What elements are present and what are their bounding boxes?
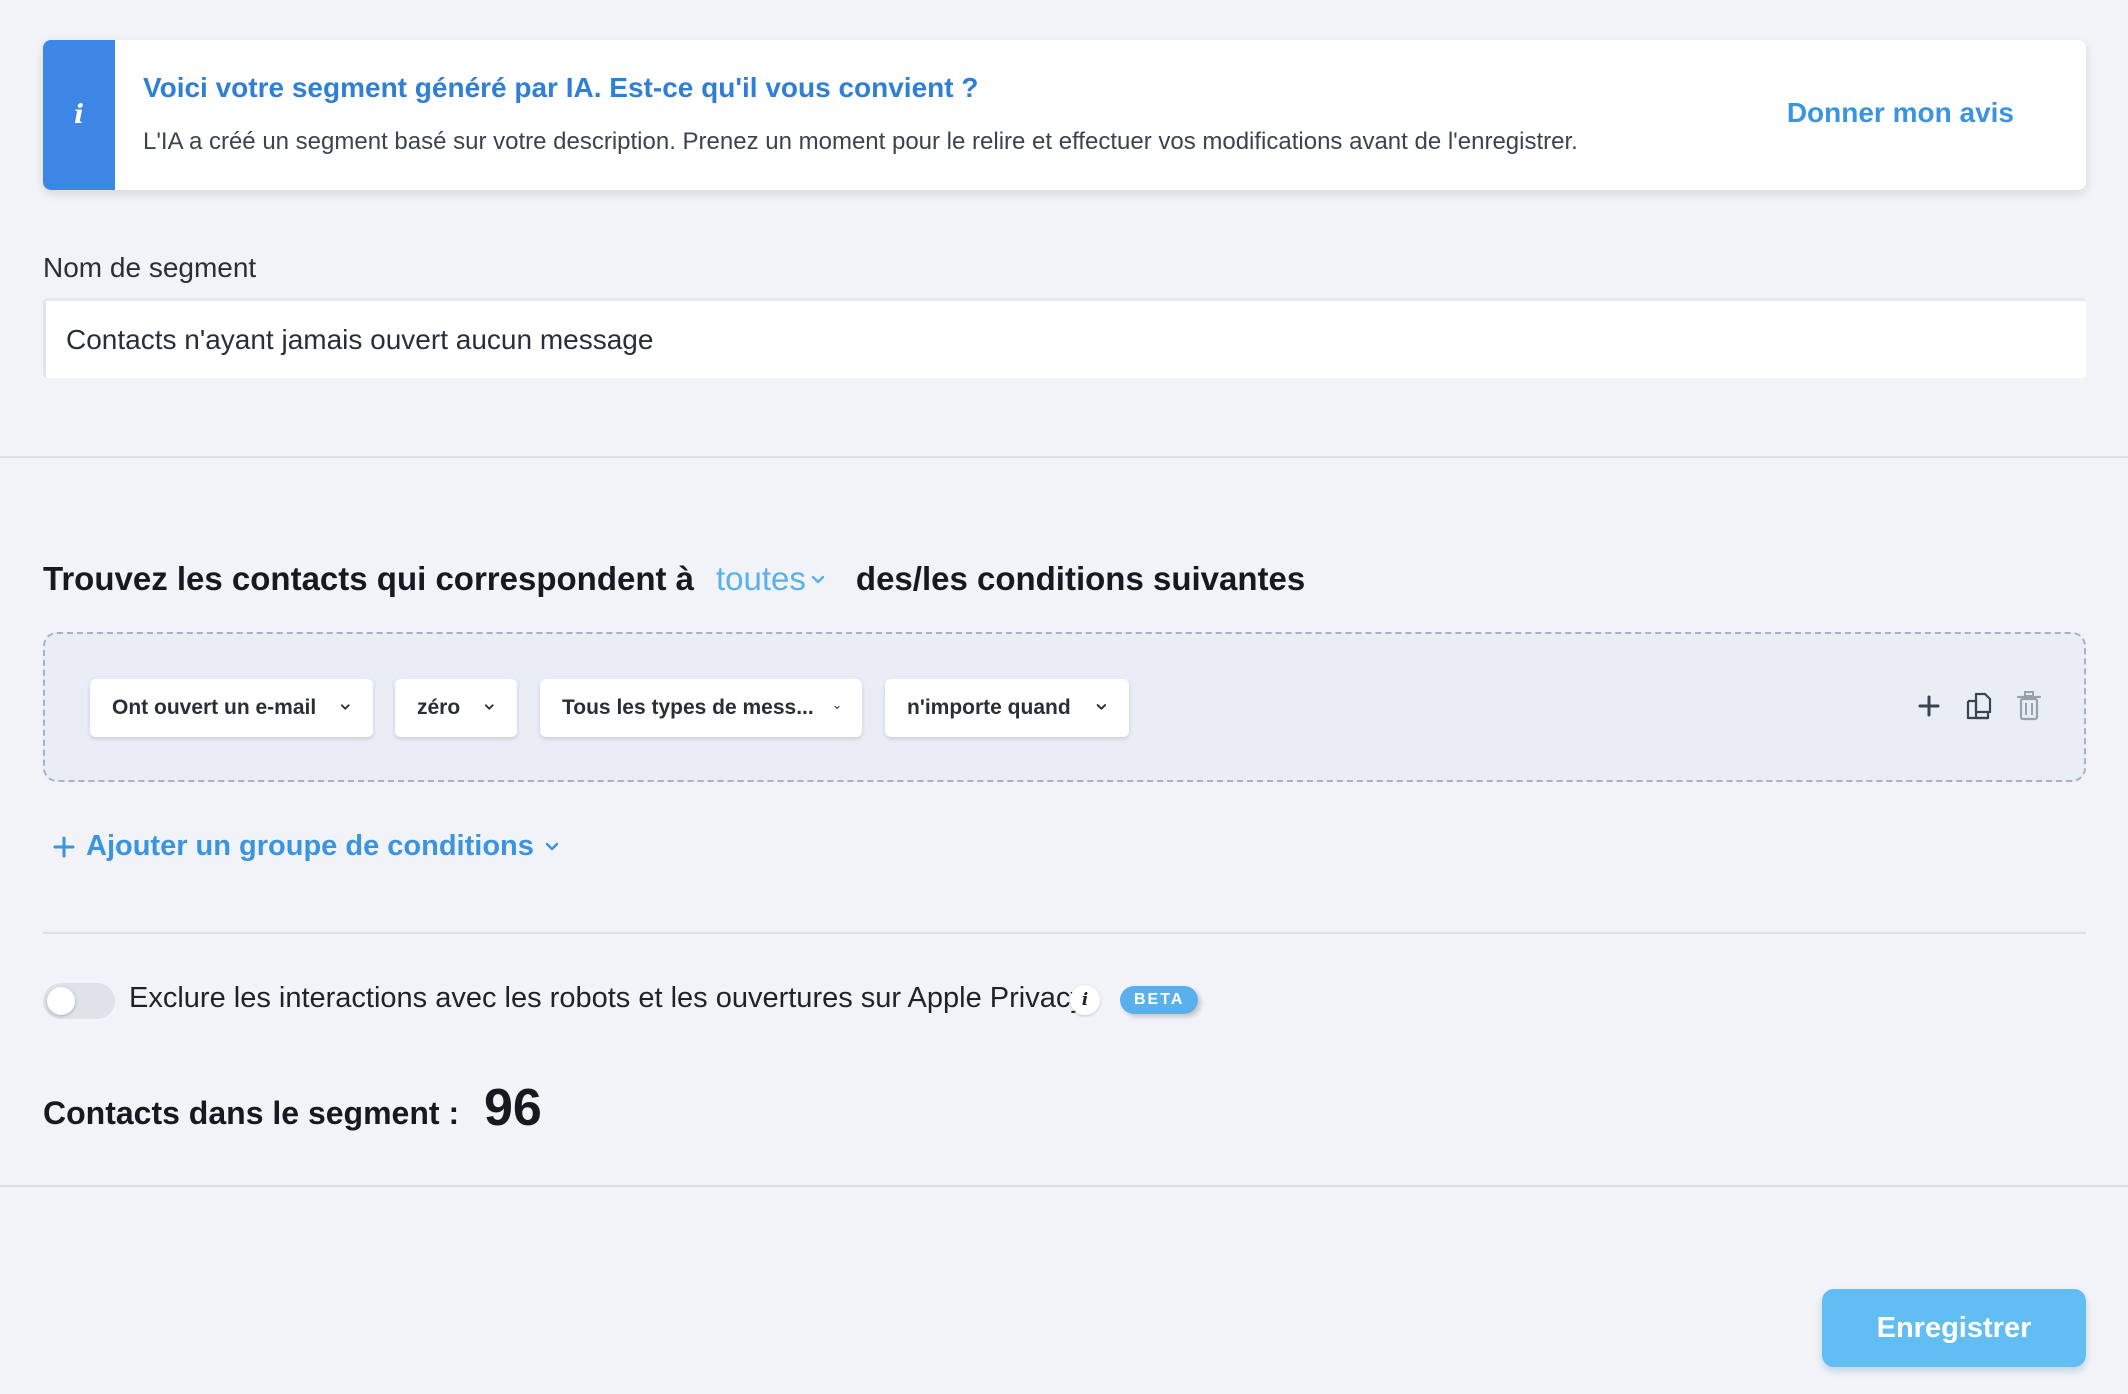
conditions-heading: Trouvez les contacts qui correspondent à… — [43, 560, 1305, 598]
duplicate-condition-button[interactable] — [1964, 689, 1994, 723]
chevron-down-icon — [834, 705, 840, 709]
condition-group: Ont ouvert un e-mail zéro Tous les types… — [43, 632, 2086, 782]
duplicate-icon — [1966, 692, 1992, 720]
info-icon: i — [74, 100, 84, 130]
conditions-heading-suffix: des/les conditions suivantes — [855, 560, 1306, 597]
trash-icon — [2016, 691, 2042, 721]
exclude-bots-label: Exclure les interactions avec les robots… — [129, 982, 1085, 1014]
match-mode-value: toutes — [716, 560, 806, 597]
segment-name-input[interactable] — [43, 298, 2086, 378]
chevron-down-icon — [1096, 704, 1106, 710]
plus-icon — [53, 836, 75, 857]
add-condition-group-button[interactable]: Ajouter un groupe de conditions — [52, 830, 562, 863]
timeframe-dropdown-value: n'importe quand — [907, 696, 1071, 719]
action-dropdown[interactable]: Ont ouvert un e-mail — [90, 679, 373, 737]
action-dropdown-value: Ont ouvert un e-mail — [112, 696, 317, 719]
give-feedback-link[interactable]: Donner mon avis — [1787, 97, 2014, 129]
count-dropdown[interactable]: zéro — [395, 679, 517, 737]
delete-condition-button[interactable] — [2014, 689, 2044, 723]
count-dropdown-value: zéro — [417, 696, 461, 719]
segment-name-label: Nom de segment — [43, 252, 257, 283]
info-icon[interactable]: i — [1070, 985, 1100, 1015]
toggle-knob — [47, 987, 75, 1015]
timeframe-dropdown[interactable]: n'importe quand — [885, 679, 1129, 737]
banner-stripe: i — [43, 40, 115, 190]
divider — [0, 1185, 2128, 1187]
save-button[interactable]: Enregistrer — [1822, 1289, 2086, 1367]
condition-row-actions — [1914, 689, 2044, 723]
chevron-down-icon — [811, 575, 825, 584]
contacts-count-value: 96 — [484, 1079, 542, 1137]
ai-segment-banner: i Voici votre segment généré par IA. Est… — [43, 40, 2086, 190]
message-type-dropdown[interactable]: Tous les types de mess... — [540, 679, 862, 737]
message-type-dropdown-value: Tous les types de mess... — [562, 696, 814, 719]
plus-icon — [1918, 695, 1940, 717]
segment-editor-page: i Voici votre segment généré par IA. Est… — [0, 0, 2128, 1394]
exclude-bots-toggle[interactable] — [43, 983, 115, 1019]
beta-badge: BETA — [1120, 986, 1199, 1014]
chevron-down-icon — [485, 704, 494, 710]
banner-title: Voici votre segment généré par IA. Est-c… — [143, 72, 979, 103]
conditions-heading-prefix: Trouvez les contacts qui correspondent à — [43, 560, 694, 597]
add-condition-group-label: Ajouter un groupe de conditions — [86, 830, 534, 862]
divider — [0, 456, 2128, 458]
chevron-down-icon — [545, 842, 559, 850]
match-mode-select[interactable]: toutes — [716, 560, 850, 598]
add-condition-button[interactable] — [1914, 689, 1944, 723]
chevron-down-icon — [341, 704, 350, 710]
banner-description: L'IA a créé un segment basé sur votre de… — [143, 128, 1578, 155]
divider — [43, 932, 2086, 934]
contacts-count-label: Contacts dans le segment : — [43, 1095, 460, 1131]
